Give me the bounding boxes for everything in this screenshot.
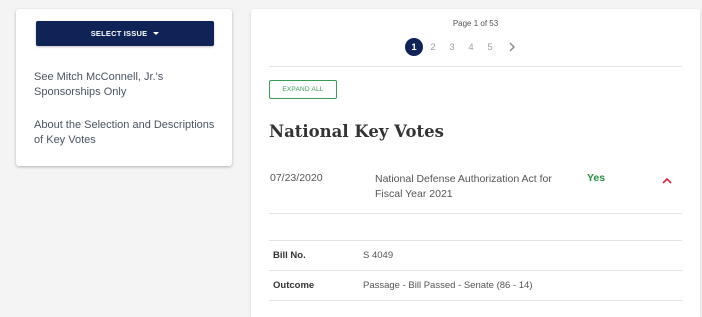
chevron-up-icon[interactable] [659, 173, 675, 187]
key-votes-about-link[interactable]: About the Selection and Descriptions of … [34, 118, 219, 148]
divider [269, 213, 682, 214]
section-title: National Key Votes [269, 122, 444, 141]
sponsorships-link[interactable]: See Mitch McConnell, Jr.'s Sponsorships … [34, 70, 219, 100]
detail-row-bill: Bill No. S 4049 [269, 241, 682, 271]
page-3-button[interactable]: 3 [443, 38, 461, 56]
pagination: 1 2 3 4 5 [405, 38, 522, 56]
select-issue-label: SELECT ISSUE [90, 29, 148, 38]
main-card: Page 1 of 53 1 2 3 4 5 EXPAND ALL Nation… [251, 9, 700, 317]
page-4-button[interactable]: 4 [462, 38, 480, 56]
divider [269, 300, 682, 301]
detail-value: S 4049 [363, 250, 394, 261]
select-issue-button[interactable]: SELECT ISSUE [36, 21, 214, 46]
page-indicator: Page 1 of 53 [452, 19, 499, 28]
page-5-button[interactable]: 5 [481, 38, 499, 56]
vote-result: Yes [587, 172, 606, 184]
vote-title[interactable]: National Defense Authorization Act for F… [375, 172, 565, 202]
detail-row-outcome: Outcome Passage - Bill Passed - Senate (… [269, 271, 682, 301]
detail-label: Outcome [273, 280, 315, 291]
caret-down-icon [153, 32, 160, 35]
chevron-right-icon[interactable] [503, 38, 521, 56]
detail-label: Bill No. [273, 250, 306, 261]
page-1-button[interactable]: 1 [405, 38, 423, 56]
detail-value: Passage - Bill Passed - Senate (86 - 14) [363, 280, 533, 291]
vote-date: 07/23/2020 [270, 172, 323, 184]
expand-all-button[interactable]: EXPAND ALL [269, 80, 337, 99]
divider [269, 66, 682, 67]
page-2-button[interactable]: 2 [424, 38, 442, 56]
sidebar-card: SELECT ISSUE See Mitch McConnell, Jr.'s … [16, 9, 232, 166]
